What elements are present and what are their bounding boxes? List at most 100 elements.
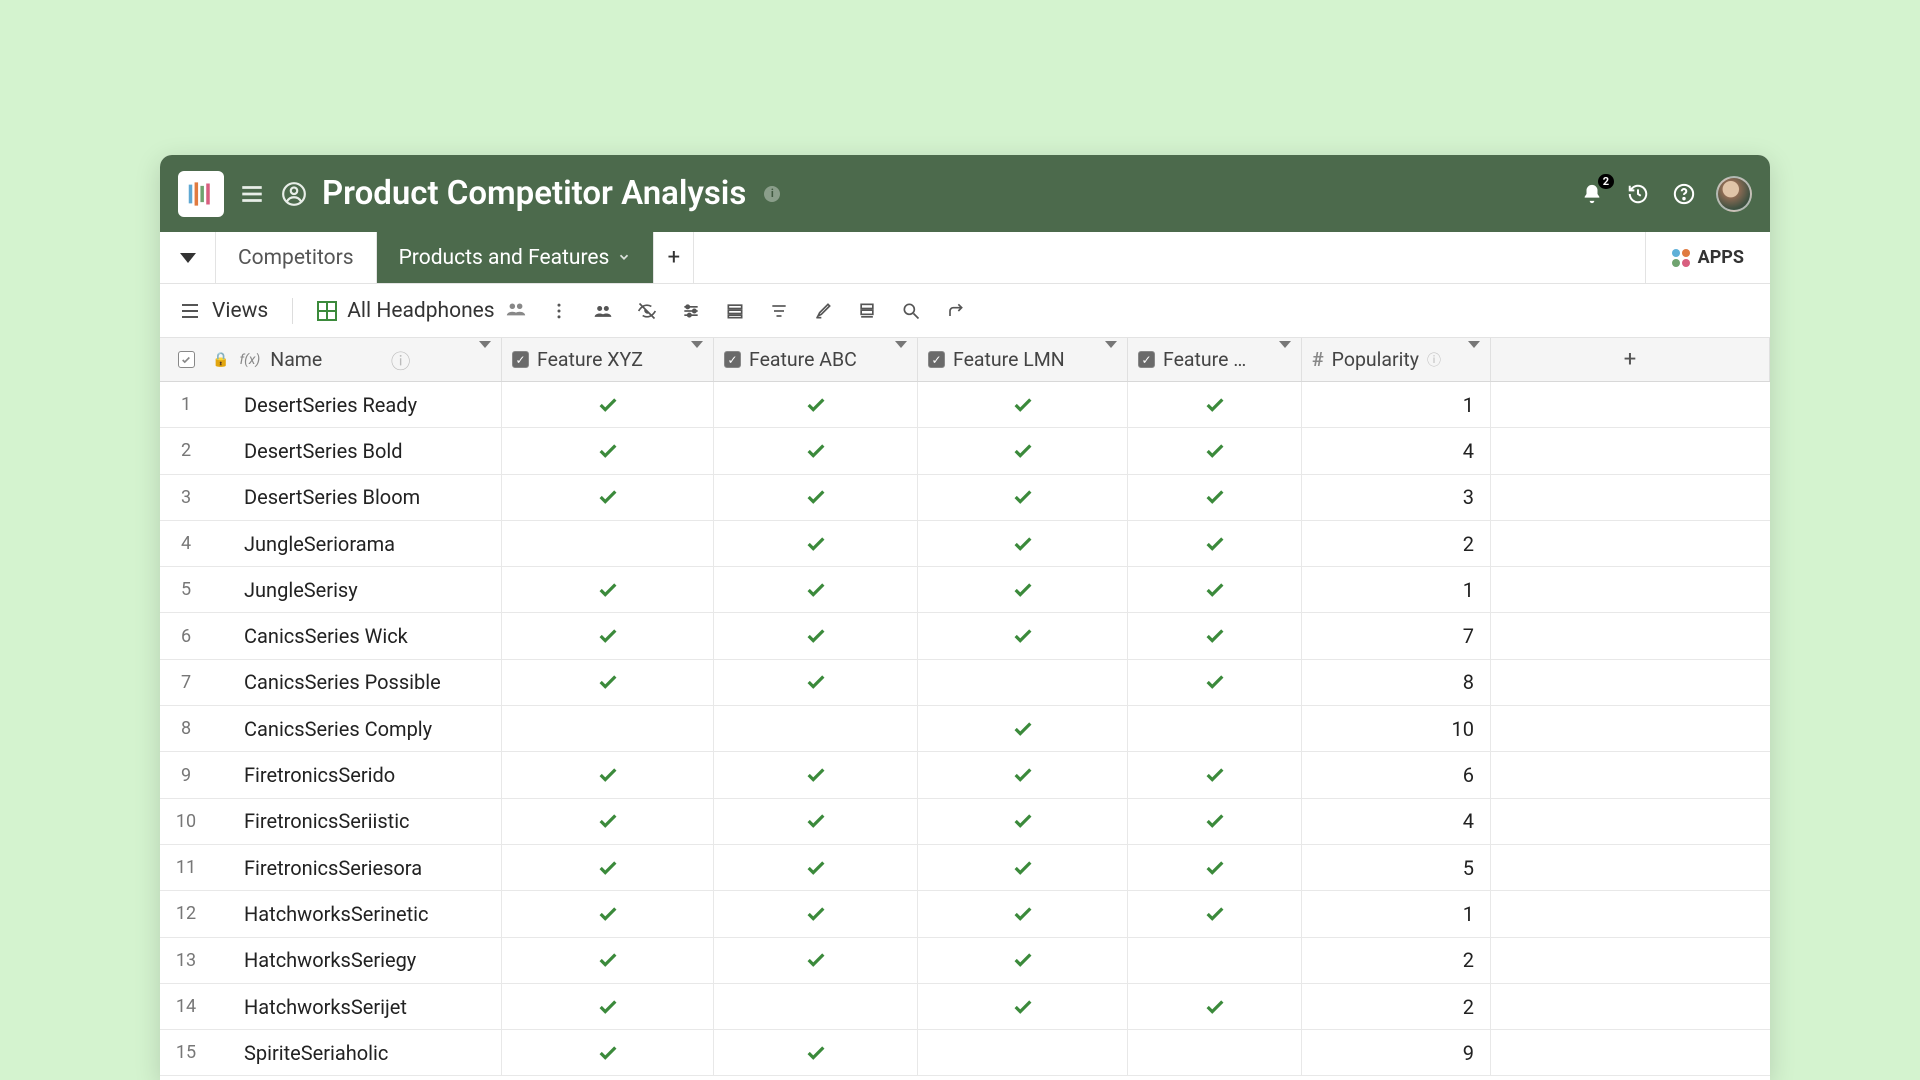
help-icon[interactable] [1670,180,1698,208]
column-header-feature-abc[interactable]: ✓ Feature ABC [714,338,918,381]
cell-popularity[interactable]: 1 [1302,382,1491,427]
cell-feature-xyz[interactable] [502,752,714,797]
cell-feature-lmn[interactable] [918,428,1128,473]
cell-feature-lmn[interactable] [918,521,1128,566]
cell-popularity[interactable]: 4 [1302,428,1491,473]
color-icon[interactable] [811,299,835,323]
cell-name[interactable]: CanicsSeries Comply [212,706,502,751]
share-icon[interactable] [943,299,967,323]
cell-feature-lmn[interactable] [918,382,1128,427]
cell-feature-xyz[interactable] [502,984,714,1029]
cell-feature-lmn[interactable] [918,613,1128,658]
cell-popularity[interactable]: 7 [1302,613,1491,658]
cell-name[interactable]: JungleSeriorama [212,521,502,566]
add-column-button[interactable]: + [1491,338,1770,381]
cell-feature-4[interactable] [1128,613,1302,658]
cell-popularity[interactable]: 5 [1302,845,1491,890]
history-icon[interactable] [1624,180,1652,208]
cell-name[interactable]: JungleSerisy [212,567,502,612]
cell-feature-xyz[interactable] [502,613,714,658]
hide-fields-icon[interactable] [635,299,659,323]
table-row[interactable]: 6CanicsSeries Wick7 [160,613,1770,659]
table-row[interactable]: 12HatchworksSerinetic1 [160,891,1770,937]
user-avatar[interactable] [1716,176,1752,212]
cell-name[interactable]: FiretronicsSeriesora [212,845,502,890]
cell-feature-xyz[interactable] [502,428,714,473]
cell-name[interactable]: DesertSeries Bloom [212,475,502,520]
cell-feature-xyz[interactable] [502,567,714,612]
more-options-icon[interactable] [547,299,571,323]
cell-popularity[interactable]: 2 [1302,984,1491,1029]
hamburger-menu-icon[interactable] [238,180,266,208]
table-row[interactable]: 13HatchworksSeriegy2 [160,938,1770,984]
table-row[interactable]: 7CanicsSeries Possible8 [160,660,1770,706]
cell-feature-abc[interactable] [714,799,918,844]
cell-popularity[interactable]: 1 [1302,891,1491,936]
cell-feature-xyz[interactable] [502,706,714,751]
row-height-icon[interactable] [855,299,879,323]
column-header-feature-lmn[interactable]: ✓ Feature LMN [918,338,1128,381]
cell-feature-lmn[interactable] [918,475,1128,520]
table-row[interactable]: 1DesertSeries Ready1 [160,382,1770,428]
cell-popularity[interactable]: 2 [1302,938,1491,983]
cell-feature-abc[interactable] [714,1030,918,1075]
table-row[interactable]: 8CanicsSeries Comply10 [160,706,1770,752]
tab-products-and-features[interactable]: Products and Features [377,232,655,283]
cell-name[interactable]: HatchworksSerinetic [212,891,502,936]
cell-feature-4[interactable] [1128,891,1302,936]
cell-feature-xyz[interactable] [502,938,714,983]
cell-popularity[interactable]: 9 [1302,1030,1491,1075]
column-header-name[interactable]: 🔒 f(x) Name ⓘ [212,338,502,381]
notifications-icon[interactable]: 2 [1578,180,1606,208]
cell-feature-lmn[interactable] [918,752,1128,797]
table-row[interactable]: 11FiretronicsSeriesora5 [160,845,1770,891]
sort-icon[interactable] [767,299,791,323]
cell-feature-abc[interactable] [714,706,918,751]
apps-button[interactable]: APPS [1645,232,1770,283]
table-row[interactable]: 5JungleSerisy1 [160,567,1770,613]
cell-popularity[interactable]: 8 [1302,660,1491,705]
cell-name[interactable]: DesertSeries Bold [212,428,502,473]
cell-feature-4[interactable] [1128,938,1302,983]
info-icon[interactable]: i [764,186,780,202]
cell-popularity[interactable]: 1 [1302,567,1491,612]
cell-name[interactable]: SpiriteSeriaholic [212,1030,502,1075]
cell-feature-lmn[interactable] [918,706,1128,751]
cell-popularity[interactable]: 3 [1302,475,1491,520]
cell-feature-abc[interactable] [714,475,918,520]
cell-feature-abc[interactable] [714,428,918,473]
views-menu[interactable]: Views [178,299,268,323]
column-header-popularity[interactable]: # Popularityⓘ [1302,338,1491,381]
cell-feature-xyz[interactable] [502,660,714,705]
cell-feature-xyz[interactable] [502,799,714,844]
cell-feature-4[interactable] [1128,382,1302,427]
collaborators-icon[interactable] [591,299,615,323]
cell-feature-xyz[interactable] [502,845,714,890]
cell-feature-abc[interactable] [714,891,918,936]
cell-feature-xyz[interactable] [502,1030,714,1075]
cell-name[interactable]: CanicsSeries Wick [212,613,502,658]
account-circle-icon[interactable] [280,180,308,208]
cell-feature-xyz[interactable] [502,891,714,936]
cell-feature-4[interactable] [1128,428,1302,473]
cell-feature-xyz[interactable] [502,475,714,520]
app-logo[interactable] [178,171,224,217]
table-row[interactable]: 2DesertSeries Bold4 [160,428,1770,474]
cell-feature-4[interactable] [1128,660,1302,705]
current-view[interactable]: All Headphones [317,298,526,324]
column-header-feature-truncated[interactable]: ✓ Feature … [1128,338,1302,381]
cell-feature-abc[interactable] [714,567,918,612]
cell-feature-abc[interactable] [714,521,918,566]
cell-name[interactable]: HatchworksSeriegy [212,938,502,983]
cell-popularity[interactable]: 4 [1302,799,1491,844]
cell-feature-abc[interactable] [714,845,918,890]
cell-feature-4[interactable] [1128,752,1302,797]
cell-popularity[interactable]: 2 [1302,521,1491,566]
cell-feature-abc[interactable] [714,613,918,658]
cell-feature-4[interactable] [1128,475,1302,520]
cell-feature-abc[interactable] [714,382,918,427]
cell-feature-lmn[interactable] [918,660,1128,705]
cell-feature-lmn[interactable] [918,984,1128,1029]
cell-feature-lmn[interactable] [918,891,1128,936]
tab-competitors[interactable]: Competitors [216,232,377,283]
